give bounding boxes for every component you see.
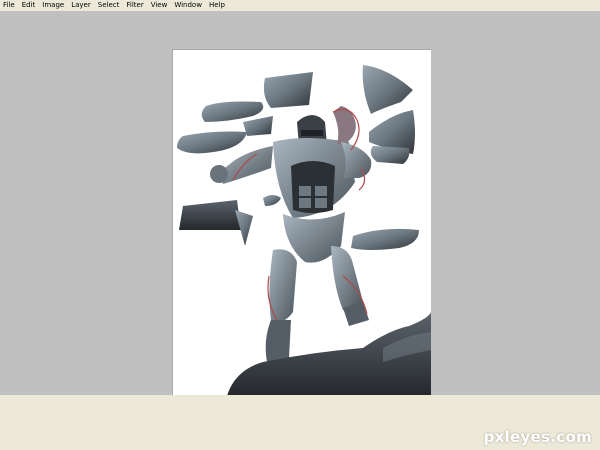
rock-fragment: [351, 228, 419, 250]
status-bar: pxleyes.com: [0, 395, 600, 450]
rock-fragment: [362, 65, 413, 114]
rock-fragment: [201, 101, 264, 122]
menu-view[interactable]: View: [148, 0, 172, 11]
menu-edit[interactable]: Edit: [19, 0, 40, 11]
rock-fragment: [177, 131, 247, 154]
rock-fragment: [263, 72, 313, 108]
menu-layer[interactable]: Layer: [68, 0, 95, 11]
rock-fragment: [263, 195, 281, 206]
menu-select[interactable]: Select: [95, 0, 124, 11]
rock-fragment: [243, 116, 273, 136]
menu-image[interactable]: Image: [39, 0, 68, 11]
menu-help[interactable]: Help: [206, 0, 229, 11]
rock-fragment: [179, 200, 241, 230]
menu-file[interactable]: File: [0, 0, 19, 11]
menu-filter[interactable]: Filter: [123, 0, 147, 11]
watermark-logo: pxleyes.com: [483, 428, 592, 446]
document-canvas[interactable]: [172, 49, 431, 396]
artwork-illustration: [177, 65, 431, 396]
menu-window[interactable]: Window: [171, 0, 206, 11]
menu-bar: File Edit Image Layer Select Filter View…: [0, 0, 600, 11]
rock-fragment: [370, 146, 410, 164]
